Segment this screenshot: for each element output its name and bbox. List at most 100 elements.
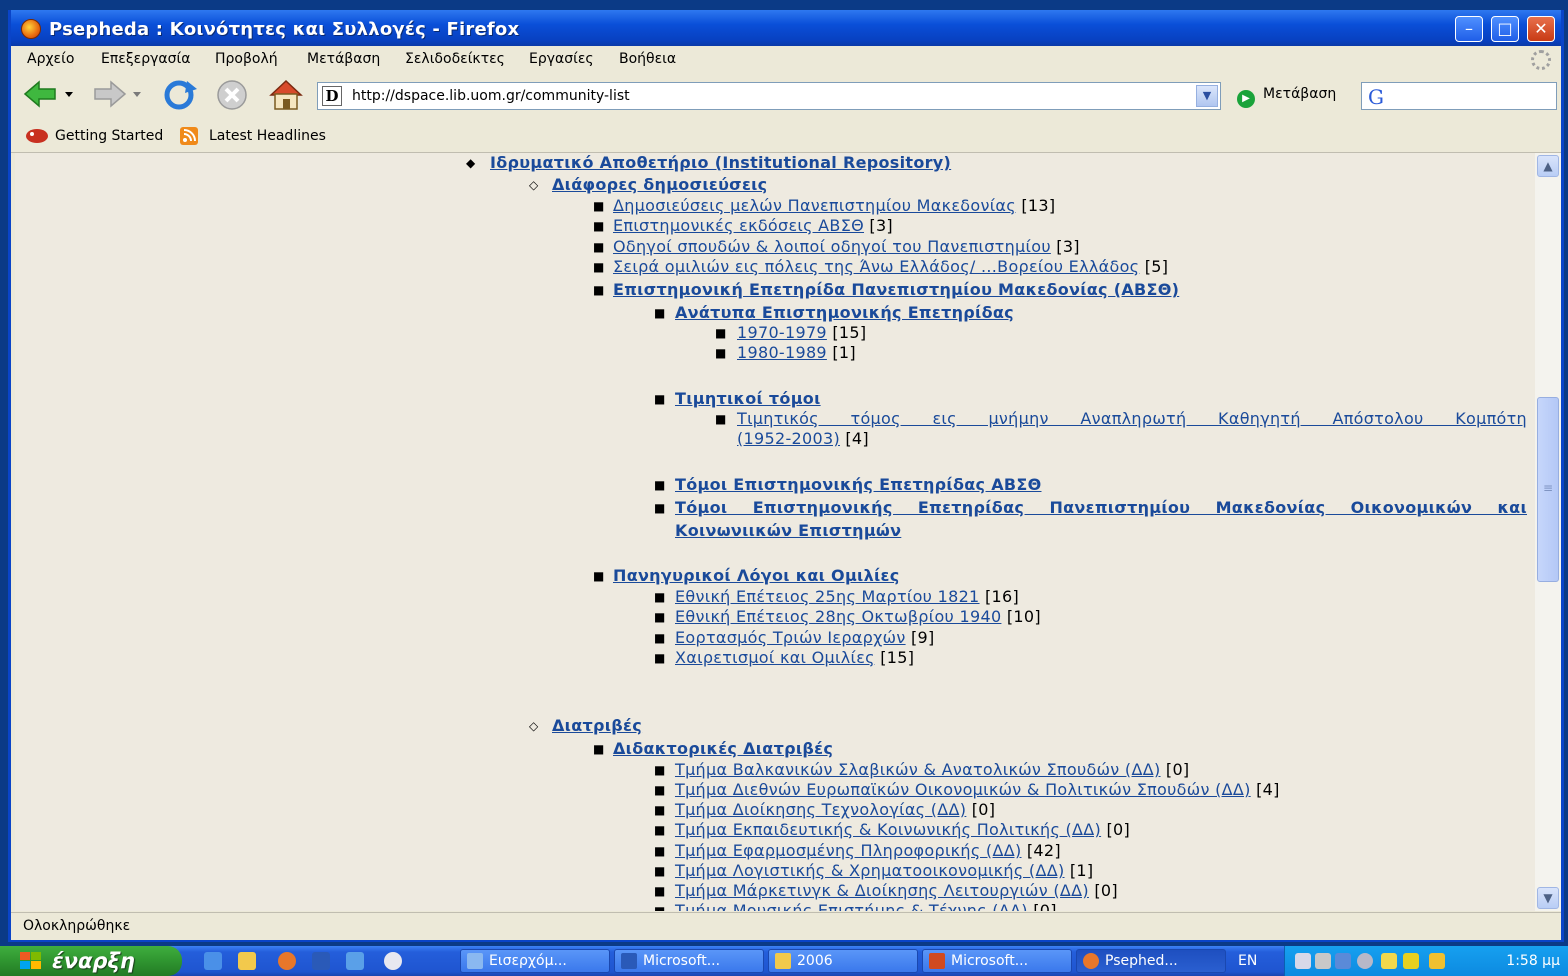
- link-theses[interactable]: Διατριβές: [552, 716, 642, 735]
- collection-link[interactable]: Χαιρετισμοί και Ομιλίες: [675, 648, 875, 667]
- collection-link[interactable]: Επιστημονικές εκδόσεις ΑΒΣΘ: [613, 216, 864, 235]
- collection-link[interactable]: Τμήμα Διοίκησης Τεχνολογίας (ΔΔ): [675, 800, 966, 819]
- reload-icon[interactable]: [161, 79, 201, 111]
- task-email[interactable]: Εισερχόμ...: [460, 949, 610, 973]
- collection-link[interactable]: Τμήμα Εκπαιδευτικής & Κοινωνικής Πολιτικ…: [675, 820, 1101, 839]
- home-icon[interactable]: [267, 79, 307, 111]
- collection-link[interactable]: Εθνική Επέτειος 25ης Μαρτίου 1821: [675, 587, 980, 606]
- task-word[interactable]: Microsoft...: [614, 949, 764, 973]
- collection-link[interactable]: Τμήμα Διεθνών Ευρωπαϊκών Οικονομικών & Π…: [675, 780, 1251, 799]
- media-player-icon[interactable]: [384, 952, 402, 970]
- pencil-icon[interactable]: [1429, 953, 1445, 969]
- collection-link[interactable]: Τμήμα Εφαρμοσμένης Πληροφορικής (ΔΔ): [675, 841, 1022, 860]
- item-count: [1]: [832, 343, 856, 362]
- page-content: ◆ Ιδρυματικό Αποθετήριο (Institutional R…: [15, 153, 1535, 911]
- task-folder[interactable]: 2006: [768, 949, 918, 973]
- menu-bookmarks[interactable]: Σελιδοδείκτες: [405, 51, 505, 67]
- link-journal[interactable]: Επιστημονική Επετηρίδα Πανεπιστημίου Μακ…: [613, 280, 1179, 299]
- link-honorary-volumes[interactable]: Τιμητικοί τόμοι: [675, 389, 821, 408]
- go-button[interactable]: ▶ Μετάβαση: [1237, 86, 1336, 108]
- subcommunity-volumes-econ-continued: Κοινωνιικών Επιστημών: [675, 521, 901, 540]
- collection-link[interactable]: Τμήμα Μουσικής Επιστήμης & Τέχνης (ΔΔ): [675, 901, 1028, 911]
- menu-edit[interactable]: Επεξεργασία: [101, 51, 190, 67]
- volume-icon[interactable]: [1357, 953, 1373, 969]
- bullet-square: ■: [715, 346, 727, 360]
- scroll-down-icon[interactable]: ▼: [1537, 887, 1559, 909]
- list-item: Δημοσιεύσεις μελών Πανεπιστημίου Μακεδον…: [613, 196, 1055, 215]
- vertical-scrollbar[interactable]: ▲ ≡ ▼: [1535, 153, 1561, 911]
- collection-link[interactable]: Τιμητικός τόμος εις μνήμην Αναπληρωτή Κα…: [737, 409, 1527, 428]
- back-icon[interactable]: [23, 79, 73, 109]
- folder-icon[interactable]: [238, 952, 256, 970]
- throbber-icon: [1531, 50, 1551, 70]
- bullet-square: ■: [654, 590, 666, 604]
- link-phd-theses[interactable]: Διδακτορικές Διατριβές: [613, 739, 833, 758]
- link-volumes-econ-continued[interactable]: Κοινωνιικών Επιστημών: [675, 521, 901, 540]
- link-misc-publications[interactable]: Διάφορες δημοσιεύσεις: [552, 175, 767, 194]
- subcommunity-phd: Διδακτορικές Διατριβές: [613, 739, 833, 758]
- chevron-down-icon[interactable]: ▼: [1196, 85, 1218, 107]
- start-button[interactable]: έναρξη: [0, 946, 182, 976]
- close-button[interactable]: ✕: [1527, 16, 1555, 42]
- collection-link-continued[interactable]: (1952-2003): [737, 429, 840, 448]
- menu-view[interactable]: Προβολή: [215, 51, 278, 67]
- item-count: [15]: [832, 323, 867, 342]
- security-icon[interactable]: [1381, 953, 1397, 969]
- language-indicator[interactable]: EN: [1238, 953, 1257, 969]
- task-firefox[interactable]: Psephed...: [1076, 949, 1226, 973]
- minimize-button[interactable]: –: [1455, 16, 1483, 42]
- task-powerpoint[interactable]: Microsoft...: [922, 949, 1072, 973]
- ie-icon[interactable]: [204, 952, 222, 970]
- menu-go[interactable]: Μετάβαση: [307, 51, 380, 67]
- menu-file[interactable]: Αρχείο: [27, 51, 74, 67]
- bookmark-getting-started[interactable]: Getting Started: [55, 128, 163, 144]
- collection-link[interactable]: Τμήμα Βαλκανικών Σλαβικών & Ανατολικών Σ…: [675, 760, 1161, 779]
- bullet-square: ■: [654, 651, 666, 665]
- collection-link[interactable]: Εορτασμός Τριών Ιεραρχών: [675, 628, 906, 647]
- menu-tools[interactable]: Εργασίες: [529, 51, 594, 67]
- settings-icon[interactable]: [1315, 953, 1331, 969]
- address-bar[interactable]: D http://dspace.lib.uom.gr/community-lis…: [317, 82, 1221, 110]
- scroll-thumb[interactable]: ≡: [1537, 397, 1559, 582]
- list-item: Τμήμα Μάρκετινγκ & Διοίκησης Λειτουργιών…: [675, 881, 1118, 900]
- collection-link[interactable]: Τμήμα Μάρκετινγκ & Διοίκησης Λειτουργιών…: [675, 881, 1089, 900]
- dspace-favicon-icon: D: [322, 86, 342, 106]
- powerpoint-icon: [929, 953, 945, 969]
- link-volumes[interactable]: Τόμοι Επιστημονικής Επετηρίδας ΑΒΣΘ: [675, 475, 1042, 494]
- colors-icon[interactable]: [1403, 953, 1419, 969]
- bookmark-latest-headlines[interactable]: Latest Headlines: [209, 128, 326, 144]
- bullet-square: ■: [715, 326, 727, 340]
- bullet-square: ■: [654, 803, 666, 817]
- stop-icon[interactable]: [215, 79, 251, 111]
- scroll-up-icon[interactable]: ▲: [1537, 155, 1559, 177]
- display-icon[interactable]: [1335, 953, 1351, 969]
- menu-help[interactable]: Βοήθεια: [619, 51, 676, 67]
- search-box[interactable]: G: [1361, 82, 1557, 110]
- maximize-button[interactable]: □: [1491, 16, 1519, 42]
- collection-link[interactable]: Σειρά ομιλιών εις πόλεις της Άνω Ελλάδος…: [613, 257, 1139, 276]
- forward-icon[interactable]: [91, 79, 141, 109]
- collection-link[interactable]: Τμήμα Λογιστικής & Χρηματοοικονομικής (Δ…: [675, 861, 1065, 880]
- url-input[interactable]: http://dspace.lib.uom.gr/community-list: [352, 88, 630, 104]
- network-icon[interactable]: [1295, 953, 1311, 969]
- bookmarks-toolbar: Getting Started Latest Headlines: [11, 116, 1561, 153]
- item-count: [0]: [1165, 760, 1190, 779]
- link-speeches[interactable]: Πανηγυρικοί Λόγοι και Ομιλίες: [613, 566, 900, 585]
- list-item: Τμήμα Διοίκησης Τεχνολογίας (ΔΔ) [0]: [675, 800, 995, 819]
- collection-link[interactable]: Δημοσιεύσεις μελών Πανεπιστημίου Μακεδον…: [613, 196, 1016, 215]
- outlook-icon[interactable]: [346, 952, 364, 970]
- item-count: [1]: [1069, 861, 1094, 880]
- word-icon[interactable]: [312, 952, 330, 970]
- bullet-square: ■: [654, 763, 666, 777]
- link-volumes-econ[interactable]: Τόμοι Επιστημονικής Επετηρίδας Πανεπιστη…: [675, 498, 1527, 517]
- title-bar[interactable]: Psepheda : Κοινότητες και Συλλογές - Fir…: [11, 10, 1561, 46]
- link-institutional-repository[interactable]: Ιδρυματικό Αποθετήριο (Institutional Rep…: [490, 153, 951, 172]
- collection-link[interactable]: Εθνική Επέτειος 28ης Οκτωβρίου 1940: [675, 607, 1001, 626]
- collection-link[interactable]: 1970-1979: [737, 323, 827, 342]
- collection-link[interactable]: 1980-1989: [737, 343, 827, 362]
- subcommunity-speeches: Πανηγυρικοί Λόγοι και Ομιλίες: [613, 566, 900, 585]
- link-reprints[interactable]: Ανάτυπα Επιστημονικής Επετηρίδας: [675, 303, 1014, 322]
- firefox-quicklaunch-icon[interactable]: [278, 952, 296, 970]
- collection-link[interactable]: Οδηγοί σπουδών & λοιποί οδηγοί του Πανεπ…: [613, 237, 1051, 256]
- item-count: [13]: [1021, 196, 1056, 215]
